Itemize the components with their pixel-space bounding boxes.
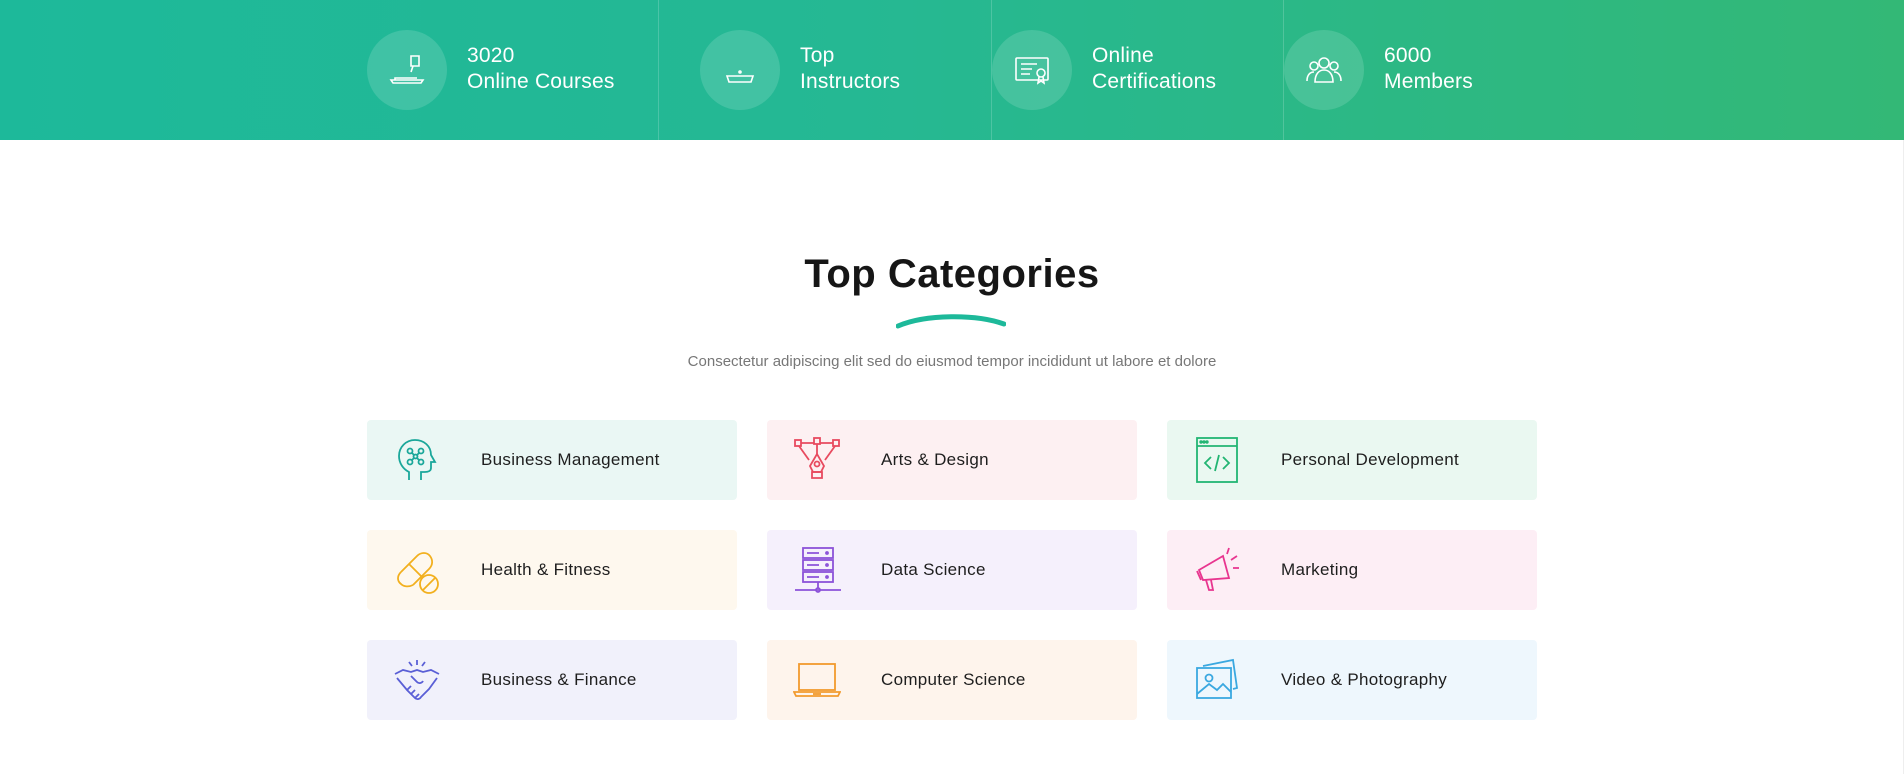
handshake-icon [394, 660, 440, 700]
pen-tool-icon [794, 437, 840, 479]
megaphone-icon [1196, 547, 1239, 591]
title-underline-decoration [896, 314, 1006, 329]
category-card-computer-science[interactable]: Computer Science [767, 640, 1137, 720]
laptop-icon [793, 663, 841, 697]
code-window-icon [1196, 437, 1238, 483]
category-label: Health & Fitness [481, 560, 611, 579]
category-card-data-science[interactable]: Data Science [767, 530, 1137, 610]
category-label: Business & Finance [481, 670, 637, 689]
stat-online-certifications: Online Certifications [992, 0, 1284, 140]
category-label: Arts & Design [881, 450, 989, 469]
brain-network-icon [398, 439, 437, 480]
photos-icon [1196, 658, 1239, 699]
category-label: Data Science [881, 560, 986, 579]
category-card-video-photography[interactable]: Video & Photography [1167, 640, 1537, 720]
stat-members: 6000 Members [1284, 0, 1576, 140]
category-card-health-fitness[interactable]: Health & Fitness [367, 530, 737, 610]
stat-value: Top [800, 44, 835, 67]
stat-label: Instructors [800, 70, 901, 93]
stat-label: Certifications [1092, 70, 1217, 93]
category-card-personal-development[interactable]: Personal Development [1167, 420, 1537, 500]
teacher-icon [700, 30, 780, 110]
server-icon [795, 547, 841, 593]
stat-top-instructors: Top Instructors [700, 0, 992, 140]
page-title: Top Categories [804, 252, 1100, 296]
stat-value: 3020 [467, 44, 515, 67]
section-subtitle: Consectetur adipiscing elit sed do eiusm… [687, 353, 1217, 370]
pills-icon [397, 552, 439, 594]
category-card-marketing[interactable]: Marketing [1167, 530, 1537, 610]
category-card-business-finance[interactable]: Business & Finance [367, 640, 737, 720]
stat-value: Online [1092, 44, 1154, 67]
category-label: Video & Photography [1281, 670, 1448, 689]
stat-online-courses: 3020 Online Courses [367, 0, 659, 140]
stat-value: 6000 [1384, 44, 1432, 67]
stat-label: Online Courses [467, 70, 615, 93]
divider [658, 0, 659, 140]
category-card-arts-design[interactable]: Arts & Design [767, 420, 1137, 500]
category-label: Computer Science [881, 670, 1026, 689]
category-label: Personal Development [1281, 450, 1459, 469]
laptop-icon [367, 30, 447, 110]
category-card-business-management[interactable]: Business Management [367, 420, 737, 500]
certificate-icon [992, 30, 1072, 110]
category-label: Marketing [1281, 560, 1359, 579]
users-icon [1284, 30, 1364, 110]
stat-label: Members [1384, 70, 1473, 93]
category-label: Business Management [481, 450, 660, 469]
stats-bar: 3020 Online Courses Top Instructors Onli… [0, 0, 1904, 140]
